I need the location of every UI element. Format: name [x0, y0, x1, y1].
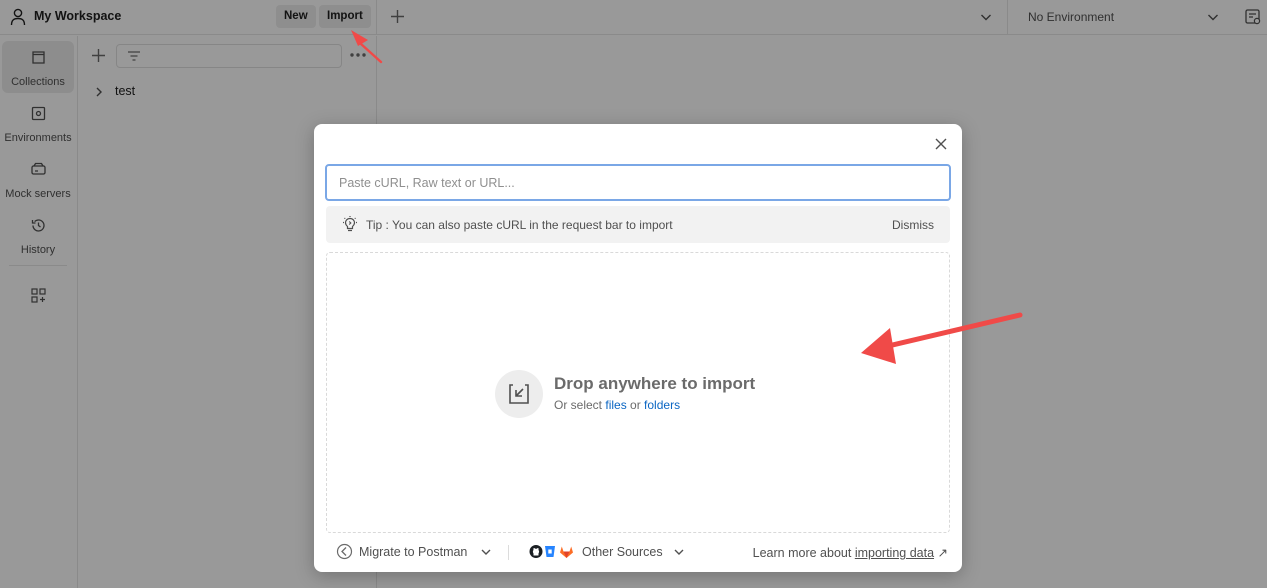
lightbulb-icon	[343, 216, 357, 232]
external-link-icon: ↗	[937, 546, 948, 560]
learn-more-prefix: Learn more about	[752, 546, 855, 560]
import-modal: Tip : You can also paste cURL in the req…	[314, 124, 962, 572]
learn-more: Learn more about importing data ↗	[753, 545, 948, 560]
drop-subtitle-prefix: Or select	[554, 398, 606, 412]
postman-app: My Workspace New Import No Environment C…	[0, 0, 1267, 588]
tip-banner: Tip : You can also paste cURL in the req…	[326, 206, 950, 243]
import-url-input[interactable]	[325, 164, 951, 201]
footer-divider	[508, 545, 509, 560]
drop-title: Drop anywhere to import	[554, 374, 756, 393]
github-bitbucket-gitlab-icons	[529, 545, 573, 558]
other-sources-label: Other Sources	[582, 545, 663, 559]
migrate-label: Migrate to Postman	[359, 545, 468, 559]
file-drop-zone[interactable]: Drop anywhere to import Or select files …	[326, 252, 950, 533]
modal-footer: Migrate to Postman Other Sources Learn m…	[326, 542, 950, 562]
select-files-link[interactable]: files	[605, 398, 626, 412]
close-icon[interactable]	[934, 137, 948, 151]
select-folders-link[interactable]: folders	[644, 398, 680, 412]
dismiss-tip-button[interactable]: Dismiss	[892, 218, 934, 232]
tip-text: Tip : You can also paste cURL in the req…	[366, 218, 673, 232]
chevron-down-icon	[481, 549, 491, 555]
download-tray-icon	[509, 384, 529, 404]
drop-subtitle-or: or	[626, 398, 645, 412]
chevron-down-icon	[674, 549, 684, 555]
drop-subtitle: Or select files or folders	[554, 398, 680, 412]
migrate-compass-icon	[336, 543, 353, 560]
import-icon-badge	[495, 370, 543, 418]
importing-data-link[interactable]: importing data	[855, 546, 934, 560]
